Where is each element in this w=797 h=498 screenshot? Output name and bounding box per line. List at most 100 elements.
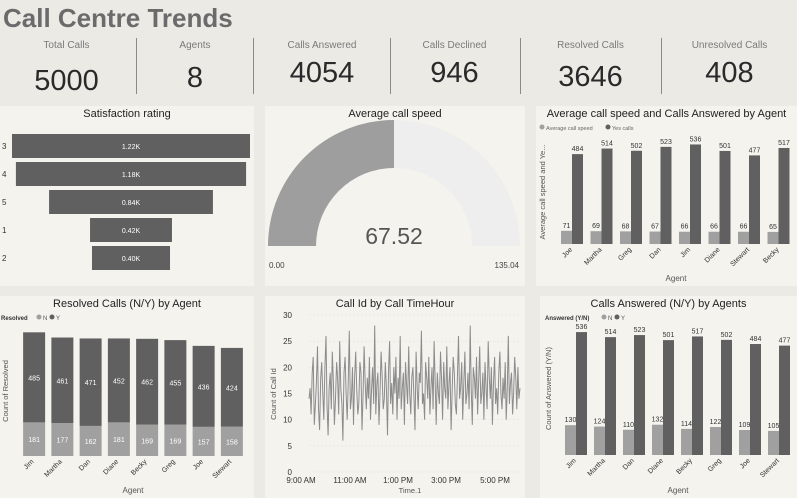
kpi-label: Agents <box>179 40 211 51</box>
x-tick-label: Dan <box>78 458 92 472</box>
bar <box>721 339 732 455</box>
bar-value-label: 169 <box>141 438 153 445</box>
bar-value-label: 181 <box>113 437 125 444</box>
bar-value-label: 536 <box>690 136 702 143</box>
bar <box>649 231 661 244</box>
kpi-row: Total Calls 5000 Agents 8 Calls Answered… <box>0 36 797 100</box>
bar <box>692 336 703 455</box>
funnel-category-label: 1 <box>2 226 7 235</box>
y-axis-label: Count of Resolved <box>1 360 10 422</box>
x-tick-label: Martha <box>583 246 603 266</box>
legend-swatch <box>601 314 607 320</box>
y-tick-label: 5 <box>288 442 293 451</box>
x-axis-label: Time.1 <box>399 486 422 495</box>
bar-value-label: 477 <box>779 338 791 345</box>
bar-value-label: 181 <box>28 437 40 444</box>
bar-value-label: 67 <box>651 224 659 231</box>
bar-value-label: 501 <box>663 332 675 339</box>
bar-value-label: 130 <box>565 417 577 424</box>
kpi-value: 8 <box>186 62 204 94</box>
kpi-calls-declined: Calls Declined 946 <box>391 36 518 100</box>
bar-value-label: 517 <box>778 140 790 147</box>
x-tick-label: Jim <box>23 458 36 471</box>
bar <box>779 345 790 455</box>
satisfaction-panel: Satisfaction rating 1.22K 3 1.18K 4 0.84K 5 0.… <box>0 106 254 286</box>
bar-value-label: 471 <box>85 380 97 387</box>
x-tick-label: 3:00 PM <box>431 476 461 485</box>
bar-value-label: 65 <box>769 224 777 231</box>
bar-value-label: 514 <box>605 329 617 336</box>
x-tick-label: Joe <box>739 457 752 470</box>
y-tick-label: 10 <box>283 416 292 425</box>
resolved-chart: Resolved N Y 181 485 Jim 177 461 Martha 162 471 Dan… <box>1 314 243 495</box>
gauge-max-label: 135.04 <box>495 261 520 270</box>
kpi-unresolved-calls: Unresolved Calls 408 <box>662 36 797 100</box>
bar <box>749 155 760 244</box>
bar <box>663 340 674 455</box>
kpi-label: Calls Answered <box>287 40 357 51</box>
bar <box>620 231 631 244</box>
bar <box>778 147 790 244</box>
bar-value-label: 436 <box>198 384 210 391</box>
x-axis-label: Agent <box>666 274 688 283</box>
y-tick-label: 15 <box>283 390 292 399</box>
x-tick-label: Joe <box>561 246 574 259</box>
x-tick-label: 5:00 PM <box>480 476 510 485</box>
x-tick-label: Stewart <box>729 246 751 268</box>
funnel-value-label: 0.42K <box>122 228 141 235</box>
x-tick-label: Dan <box>622 457 636 471</box>
legend-swatch <box>605 124 611 130</box>
speed-answered-panel: Average call speed and Calls Answered by… <box>536 106 797 286</box>
gauge-value: 67.52 <box>365 223 423 249</box>
bar <box>631 150 642 244</box>
bar-value-label: 517 <box>692 328 704 335</box>
bar <box>601 148 613 244</box>
bar <box>738 231 749 244</box>
bar <box>590 231 602 244</box>
x-tick-label: Martha <box>587 457 607 477</box>
x-tick-label: Greg <box>707 457 723 473</box>
x-tick-label: Dan <box>649 246 663 260</box>
kpi-total-calls: Total Calls 5000 <box>0 36 133 100</box>
legend-label: Yes calls <box>612 126 634 132</box>
call-speed-gauge-panel: Average call speed 67.52 0.00 135.04 <box>265 106 525 286</box>
legend-label: Average call speed <box>546 126 593 132</box>
bar-value-label: 105 <box>768 423 780 430</box>
bar-value-label: 124 <box>594 419 606 426</box>
answered-panel: Calls Answered (N/Y) by Agents Answered … <box>540 296 797 498</box>
bar-value-label: 484 <box>750 336 762 343</box>
x-tick-label: Greg <box>617 246 633 262</box>
bar <box>572 154 583 244</box>
x-tick-label: Diane <box>102 458 120 476</box>
funnel-category-label: 3 <box>2 142 7 151</box>
bar-value-label: 122 <box>710 419 722 426</box>
legend-swatch <box>49 314 55 320</box>
bar-value-label: 462 <box>141 380 153 387</box>
line-series <box>308 325 521 441</box>
bar <box>768 430 779 455</box>
x-tick-label: 9:00 AM <box>286 476 316 485</box>
bar-value-label: 114 <box>681 421 692 428</box>
bar <box>681 428 692 455</box>
legend-label: Y <box>56 316 60 322</box>
legend-title: Answered (Y/N) <box>545 316 589 322</box>
resolved-panel: Resolved Calls (N/Y) by Agent Resolved N Y… <box>0 296 254 498</box>
bar <box>750 344 761 455</box>
kpi-label: Resolved Calls <box>557 40 624 51</box>
kpi-resolved-calls: Resolved Calls 3646 <box>521 36 660 100</box>
bar-value-label: 485 <box>28 375 40 382</box>
bar <box>565 425 576 455</box>
kpi-value: 4054 <box>289 57 355 89</box>
bar-value-label: 109 <box>739 422 751 429</box>
bar-value-label: 71 <box>563 223 571 230</box>
funnel-value-label: 0.40K <box>122 256 141 263</box>
x-tick-label: Joe <box>192 458 205 471</box>
legend-label: N <box>43 316 47 322</box>
legend-swatch <box>539 124 545 130</box>
bar-value-label: 158 <box>226 439 238 446</box>
bar-value-label: 452 <box>113 378 125 385</box>
kpi-label: Unresolved Calls <box>691 40 768 51</box>
bar-value-label: 66 <box>681 224 689 231</box>
x-tick-label: 1:00 PM <box>383 476 413 485</box>
x-tick-label: Becky <box>675 457 694 476</box>
